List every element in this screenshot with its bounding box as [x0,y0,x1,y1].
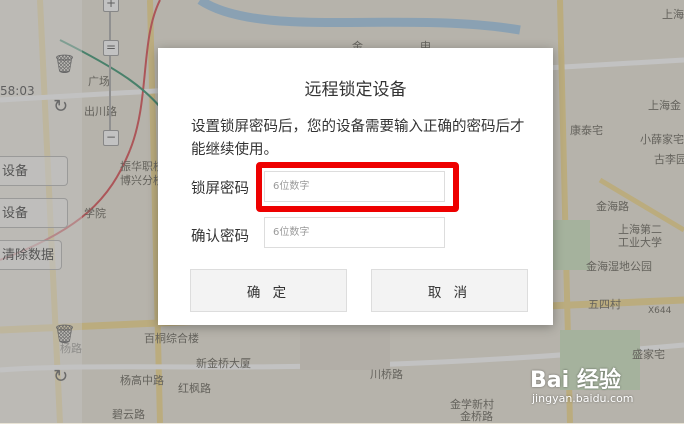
confirm-button[interactable]: 确 定 [190,269,347,312]
watermark-brand: Bai 经验 [530,368,621,393]
watermark-url: jingyan.baidu.com [532,392,634,405]
confirm-password-label: 确认密码 [191,229,249,245]
lock-password-label: 锁屏密码 [191,181,249,197]
highlight-box [256,162,459,212]
baidu-watermark: Bai 经验 jingyan.baidu.com [530,362,634,405]
cancel-button[interactable]: 取 消 [371,269,528,312]
dialog-title: 远程锁定设备 [304,80,407,100]
dialog-description: 设置锁屏密码后，您的设备需要输入正确的密码后才能继续使用。 [191,119,525,158]
confirm-password-input[interactable] [264,217,445,248]
